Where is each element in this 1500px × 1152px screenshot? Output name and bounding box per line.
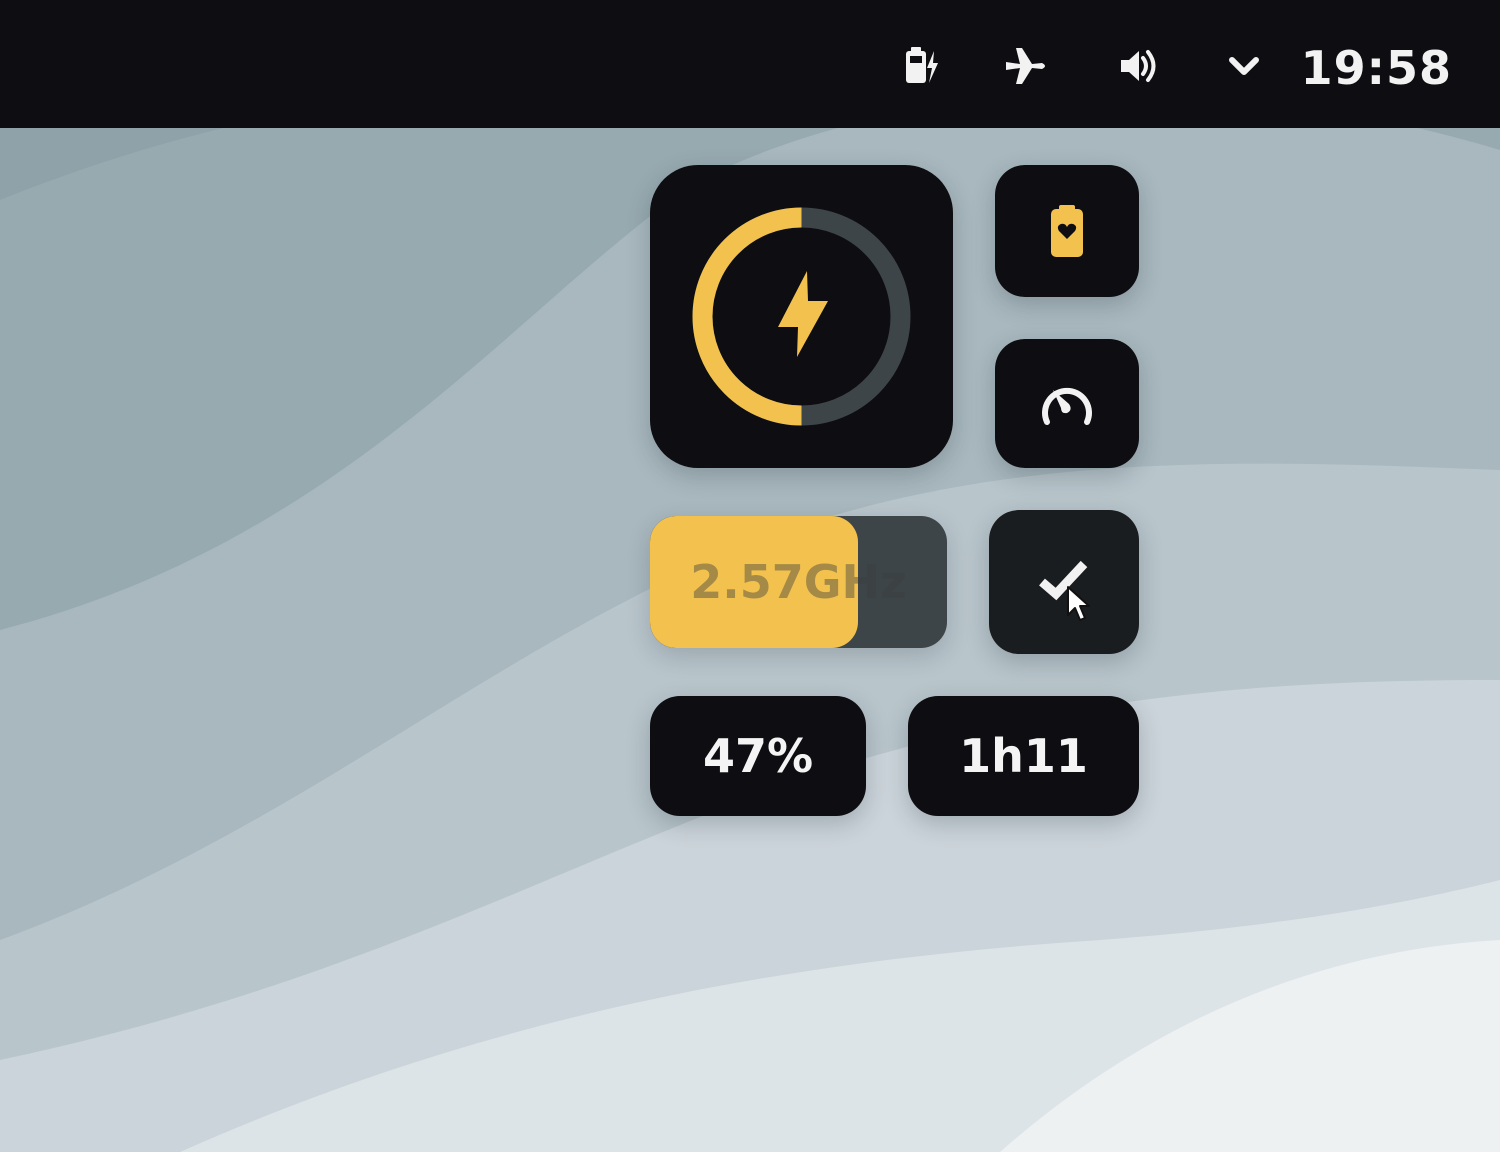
clock[interactable]: 19:58 bbox=[1301, 36, 1452, 100]
chevron-down-icon[interactable] bbox=[1219, 41, 1269, 91]
volume-icon[interactable] bbox=[1115, 41, 1165, 91]
confirm-button[interactable] bbox=[989, 510, 1139, 654]
cpu-frequency-label: 2.57GHz bbox=[690, 555, 907, 609]
cpu-frequency-slider[interactable]: 2.57GHz bbox=[650, 516, 947, 648]
power-mode-tile[interactable] bbox=[650, 165, 953, 468]
time-remaining-tile: 1h11 bbox=[908, 696, 1139, 816]
performance-button[interactable] bbox=[995, 339, 1139, 468]
battery-heart-icon bbox=[1051, 205, 1083, 257]
power-level-ring bbox=[692, 207, 911, 426]
desktop: 19:58 2.57GHz 47% 1h11 bbox=[0, 0, 1500, 1152]
battery-percent-value: 47% bbox=[702, 729, 814, 783]
airplane-mode-icon[interactable] bbox=[1001, 41, 1051, 91]
top-bar: 19:58 bbox=[0, 0, 1500, 128]
time-remaining-value: 1h11 bbox=[959, 729, 1088, 783]
battery-charging-icon[interactable] bbox=[896, 41, 946, 91]
battery-percent-tile: 47% bbox=[650, 696, 866, 816]
speedometer-icon bbox=[1042, 387, 1092, 425]
battery-health-button[interactable] bbox=[995, 165, 1139, 297]
mouse-pointer-icon bbox=[1067, 586, 1090, 621]
lightning-bolt-icon bbox=[778, 271, 828, 357]
